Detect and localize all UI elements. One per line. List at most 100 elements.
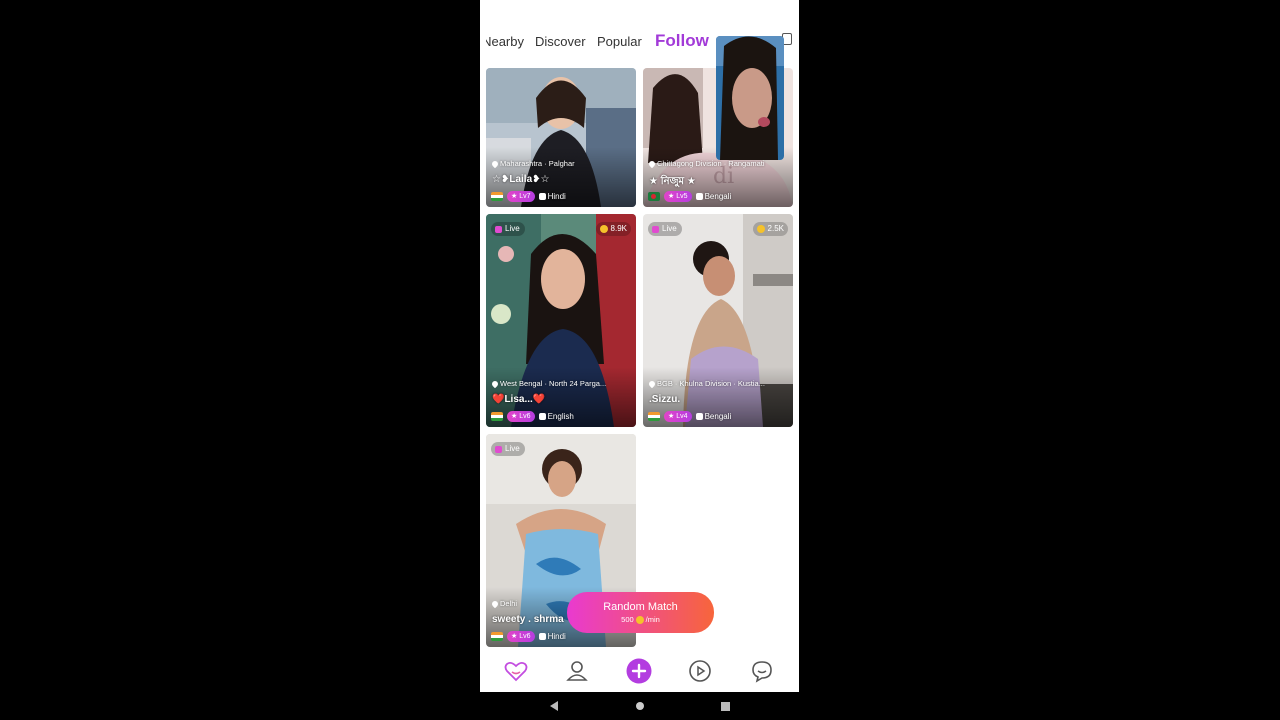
- location-text: Maharashtra · Palghar: [500, 159, 575, 168]
- star-icon: ★: [668, 412, 675, 420]
- profile-meta: ★ Lv7 Hindi: [491, 190, 566, 202]
- language-text: English: [547, 411, 574, 421]
- level-badge: ★ Lv6: [507, 630, 535, 642]
- chat-icon: [752, 661, 772, 683]
- coin-count: 8.9K: [610, 224, 627, 233]
- random-match-price: 500 /min: [567, 615, 714, 624]
- level-badge: ★ Lv6: [507, 410, 535, 422]
- level-text: Lv6: [519, 412, 531, 420]
- location-text: BGB · Khulna Division · Kustia...: [657, 379, 765, 388]
- language-text: Hindi: [547, 631, 566, 641]
- location-pin-icon: [492, 159, 500, 168]
- language-label: Hindi: [538, 191, 566, 201]
- random-match-button[interactable]: Random Match 500 /min: [567, 592, 714, 633]
- profile-card[interactable]: Maharashtra · Palghar ☆❥Laila❥☆ ★ Lv7 Hin…: [486, 68, 636, 207]
- app-screen: Nearby Discover Popular Follow Maharasht…: [480, 0, 799, 692]
- bottom-tab-bar: [480, 652, 799, 692]
- price-unit: /min: [645, 615, 660, 624]
- tab-discover[interactable]: Discover: [535, 34, 586, 49]
- tab-nearby[interactable]: Nearby: [486, 34, 524, 49]
- location-text: Delhi: [500, 599, 518, 608]
- level-badge: ★ Lv7: [507, 190, 535, 202]
- live-text: Live: [505, 444, 520, 453]
- star-icon: ★: [511, 412, 518, 420]
- language-label: Bengali: [695, 191, 732, 201]
- location-pin-icon: [492, 379, 500, 388]
- live-icon: [495, 225, 502, 233]
- price-value: 500: [621, 615, 634, 624]
- location-label: BGB · Khulna Division · Kustia...: [649, 379, 787, 388]
- profile-meta: ★ Lv4 Bengali: [648, 410, 731, 422]
- profile-card[interactable]: Live 2.5K BGB · Khulna Division · Kustia…: [643, 214, 793, 427]
- profile-meta: ★ Lv6 English: [491, 410, 574, 422]
- profile-card[interactable]: Live 8.9K West Bengal · North 24 Parga..…: [486, 214, 636, 427]
- tab-friends[interactable]: [564, 658, 590, 684]
- coin-icon: [599, 225, 608, 233]
- india-flag-icon: [491, 191, 503, 201]
- profile-meta: ★ Lv6 Hindi: [491, 630, 566, 642]
- india-flag-icon: [491, 631, 503, 641]
- level-badge: ★ Lv5: [664, 190, 692, 202]
- username: sweety . shrma: [492, 614, 564, 625]
- location-text: Chittagong Division · Rangamati: [657, 159, 765, 168]
- language-label: English: [538, 411, 574, 421]
- level-text: Lv5: [676, 192, 688, 200]
- india-flag-icon: [491, 411, 503, 421]
- tab-popular[interactable]: Popular: [597, 34, 642, 49]
- india-flag-icon: [648, 411, 660, 421]
- level-text: Lv6: [519, 632, 531, 640]
- location-text: West Bengal · North 24 Parga...: [500, 379, 607, 388]
- profile-meta: ★ Lv5 Bengali: [648, 190, 731, 202]
- live-badge: Live: [648, 222, 682, 236]
- location-label: Chittagong Division · Rangamati: [649, 159, 787, 168]
- language-icon: [538, 632, 546, 640]
- tab-messages[interactable]: [749, 658, 775, 684]
- back-icon[interactable]: [547, 698, 563, 714]
- video-play-icon: [689, 660, 711, 682]
- friends-icon: [566, 661, 588, 681]
- level-text: Lv7: [519, 192, 531, 200]
- tab-videos[interactable]: [687, 658, 713, 684]
- live-badge: Live: [491, 442, 525, 456]
- location-label: West Bengal · North 24 Parga...: [492, 379, 630, 388]
- location-label: Maharashtra · Palghar: [492, 159, 630, 168]
- tab-follow[interactable]: Follow: [655, 31, 709, 51]
- random-match-label: Random Match: [603, 601, 678, 613]
- floating-video-preview[interactable]: [716, 36, 784, 160]
- live-text: Live: [662, 224, 677, 233]
- location-pin-icon: [649, 379, 657, 388]
- location-pin-icon: [492, 599, 500, 608]
- heart-icon: [504, 661, 528, 682]
- bangladesh-flag-icon: [648, 191, 660, 201]
- level-badge: ★ Lv4: [664, 410, 692, 422]
- language-text: Bengali: [704, 411, 732, 421]
- system-navigation-bar: [480, 692, 799, 720]
- language-icon: [695, 192, 703, 200]
- plus-icon: [626, 658, 652, 684]
- language-icon: [538, 412, 546, 420]
- username: ❤️Lisa...❤️: [492, 394, 546, 405]
- language-label: Hindi: [538, 631, 566, 641]
- language-icon: [695, 412, 703, 420]
- coin-icon: [756, 225, 765, 233]
- language-text: Hindi: [547, 191, 566, 201]
- video-frame: [716, 36, 784, 160]
- username: ☆❥Laila❥☆: [492, 174, 550, 185]
- language-label: Bengali: [695, 411, 732, 421]
- location-pin-icon: [649, 159, 657, 168]
- tab-create[interactable]: [626, 658, 652, 684]
- coin-badge: 2.5K: [752, 222, 788, 236]
- live-badge: Live: [491, 222, 525, 236]
- language-text: Bengali: [704, 191, 732, 201]
- tab-home[interactable]: [503, 658, 529, 684]
- coin-badge: 8.9K: [595, 222, 631, 236]
- username: ★ নিজুম ★: [649, 176, 696, 187]
- language-icon: [538, 192, 546, 200]
- star-icon: ★: [511, 192, 518, 200]
- recents-icon[interactable]: [717, 698, 733, 714]
- coin-count: 2.5K: [767, 224, 784, 233]
- star-icon: ★: [668, 192, 675, 200]
- star-icon: ★: [511, 632, 518, 640]
- home-icon[interactable]: [632, 698, 648, 714]
- live-icon: [652, 225, 659, 233]
